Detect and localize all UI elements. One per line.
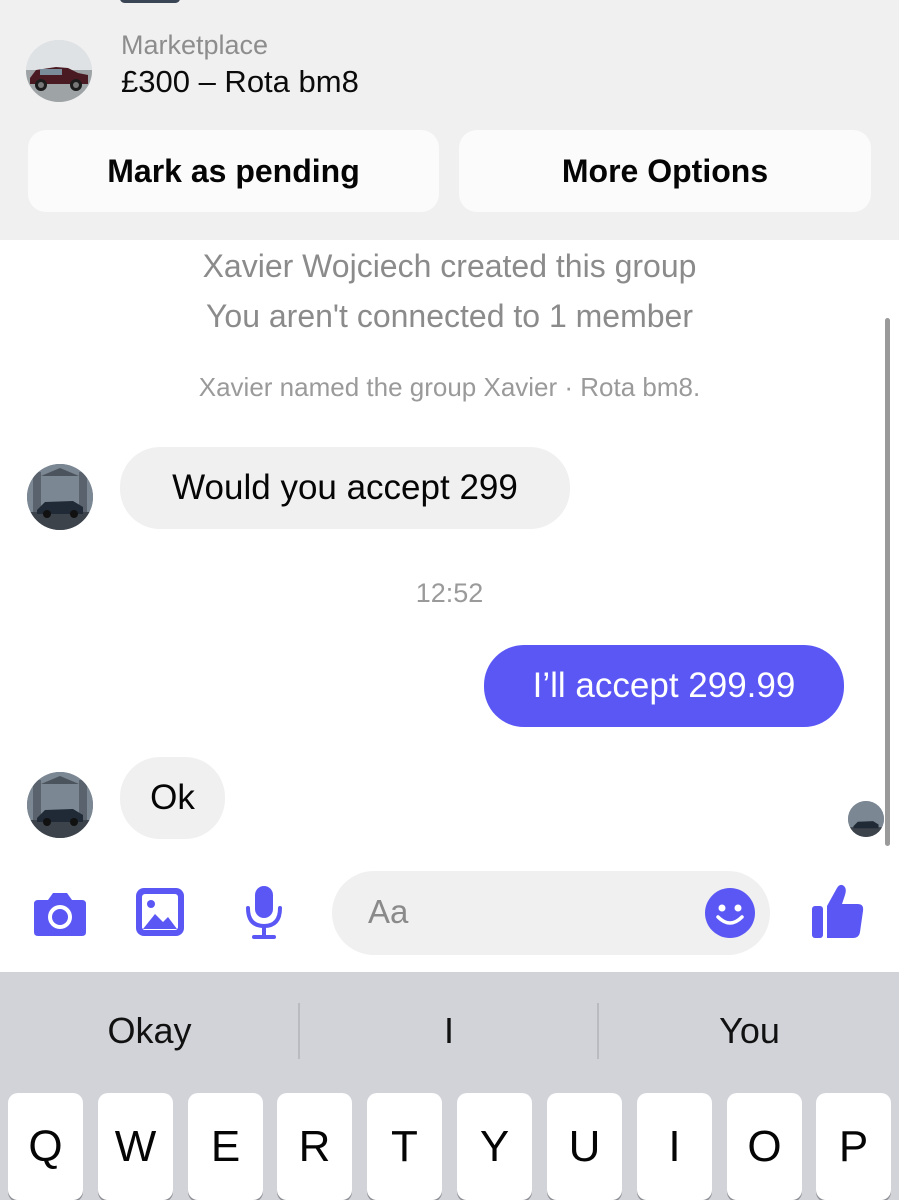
key-o[interactable]: O	[727, 1093, 802, 1200]
key-y[interactable]: Y	[457, 1093, 532, 1200]
read-receipt-avatar	[848, 801, 884, 837]
key-t[interactable]: T	[367, 1093, 442, 1200]
more-options-button[interactable]: More Options	[459, 130, 871, 212]
system-message-created: Xavier Wojciech created this group	[202, 248, 697, 284]
key-p[interactable]: P	[816, 1093, 891, 1200]
system-message-named: Xavier named the group Xavier · Rota bm8…	[198, 372, 701, 402]
marketplace-label: Marketplace	[121, 30, 269, 60]
suggestion-divider	[597, 1003, 599, 1059]
thumbs-up-icon[interactable]	[810, 882, 866, 945]
sender-avatar[interactable]	[27, 772, 93, 838]
incoming-message[interactable]: Ok	[120, 757, 225, 839]
camera-icon[interactable]	[32, 890, 88, 943]
suggestion-okay[interactable]: Okay	[0, 1010, 299, 1052]
key-w[interactable]: W	[98, 1093, 173, 1200]
listing-thumbnail[interactable]	[26, 40, 92, 102]
sender-avatar[interactable]	[27, 464, 93, 530]
key-i[interactable]: I	[637, 1093, 712, 1200]
image-icon[interactable]	[134, 886, 186, 943]
incoming-message[interactable]: Would you accept 299	[120, 447, 570, 529]
microphone-icon[interactable]	[243, 884, 285, 945]
message-input[interactable]: Aa	[332, 871, 770, 955]
message-timestamp: 12:52	[415, 578, 484, 608]
suggestion-you[interactable]: You	[600, 1010, 899, 1052]
marketplace-header: Marketplace £300 – Rota bm8 Mark as pend…	[0, 0, 899, 240]
key-e[interactable]: E	[188, 1093, 263, 1200]
system-message-connection: You aren't connected to 1 member	[205, 298, 693, 334]
scrollbar[interactable]	[885, 318, 890, 846]
listing-title[interactable]: £300 – Rota bm8	[121, 64, 359, 100]
mark-as-pending-button[interactable]: Mark as pending	[28, 130, 439, 212]
emoji-icon[interactable]	[704, 887, 756, 944]
key-q[interactable]: Q	[8, 1093, 83, 1200]
key-u[interactable]: U	[547, 1093, 622, 1200]
suggestion-i[interactable]: I	[300, 1010, 598, 1052]
outgoing-message[interactable]: I’ll accept 299.99	[484, 645, 844, 727]
top-edge-element	[120, 0, 180, 3]
key-r[interactable]: R	[277, 1093, 352, 1200]
message-input-placeholder: Aa	[368, 893, 409, 930]
